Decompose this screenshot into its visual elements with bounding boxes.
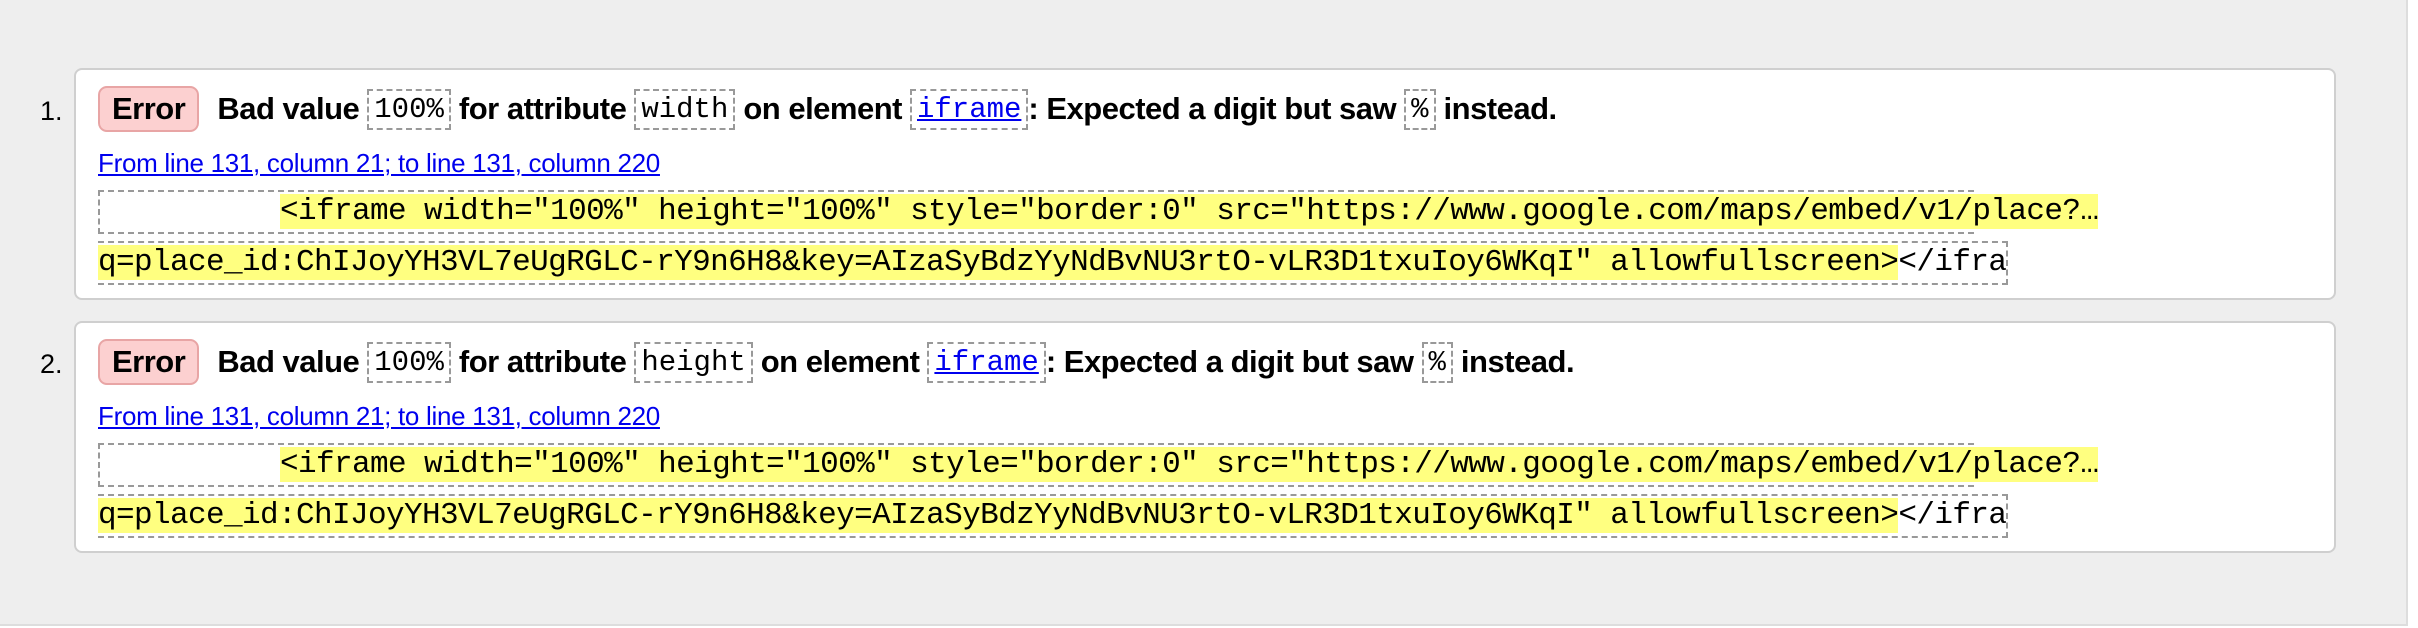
extract-indent: [100, 447, 280, 482]
message-text: on element: [743, 91, 902, 126]
extract-tail: </ifra: [1898, 245, 2007, 280]
bad-value: 100%: [367, 88, 451, 130]
bad-char: %: [1404, 88, 1436, 130]
message-text: for attribute: [458, 344, 627, 379]
attribute-name: width: [634, 88, 736, 130]
location-link[interactable]: From line 131, column 21; to line 131, c…: [98, 148, 660, 179]
extract-indent: [100, 194, 280, 229]
code-extract-line-2: q=place_id:ChIJoyYH3VL7eUgRGLC-rY9n6H8&k…: [98, 494, 2009, 538]
message-text: for attribute: [458, 91, 627, 126]
location-link[interactable]: From line 131, column 21; to line 131, c…: [98, 401, 660, 432]
message-text: instead.: [1460, 344, 1575, 379]
message-text: Bad value: [217, 344, 360, 379]
error-message: Error Bad value 100% for attribute heigh…: [98, 339, 1575, 385]
error-badge: Error: [98, 339, 200, 385]
extract-highlight: q=place_id:ChIJoyYH3VL7eUgRGLC-rY9n6H8&k…: [98, 245, 1899, 280]
bad-char: %: [1421, 341, 1453, 383]
message-text: on element: [760, 344, 920, 379]
error-message: Error Bad value 100% for attribute width…: [98, 86, 1557, 132]
element-link[interactable]: iframe: [934, 346, 1038, 379]
error-item: 2. Error Bad value 100% for attribute he…: [40, 321, 2336, 553]
extract-highlight: <iframe width="100%" height="100%" style…: [280, 194, 2099, 229]
message-text: instead.: [1443, 91, 1558, 126]
validation-results-panel: 1. Error Bad value 100% for attribute wi…: [0, 0, 2408, 626]
message-text: : Expected a digit but saw: [1028, 91, 1397, 126]
element-name: iframe: [910, 88, 1029, 130]
error-item: 1. Error Bad value 100% for attribute wi…: [40, 68, 2336, 300]
element-link[interactable]: iframe: [917, 93, 1021, 126]
message-text: Bad value: [217, 91, 360, 126]
code-extract-line-2: q=place_id:ChIJoyYH3VL7eUgRGLC-rY9n6H8&k…: [98, 241, 2009, 285]
extract-highlight: <iframe width="100%" height="100%" style…: [280, 447, 2099, 482]
extract-tail: </ifra: [1898, 498, 2007, 533]
code-extract-line-1: <iframe width="100%" height="100%" style…: [98, 190, 2099, 234]
attribute-name: height: [634, 341, 753, 383]
item-number: 2.: [40, 349, 63, 379]
error-badge: Error: [98, 86, 200, 132]
item-number: 1.: [40, 96, 63, 126]
element-name: iframe: [927, 341, 1046, 383]
bad-value: 100%: [367, 341, 451, 383]
code-extract-line-1: <iframe width="100%" height="100%" style…: [98, 443, 2099, 487]
extract-highlight: q=place_id:ChIJoyYH3VL7eUgRGLC-rY9n6H8&k…: [98, 498, 1899, 533]
message-text: : Expected a digit but saw: [1045, 344, 1414, 379]
